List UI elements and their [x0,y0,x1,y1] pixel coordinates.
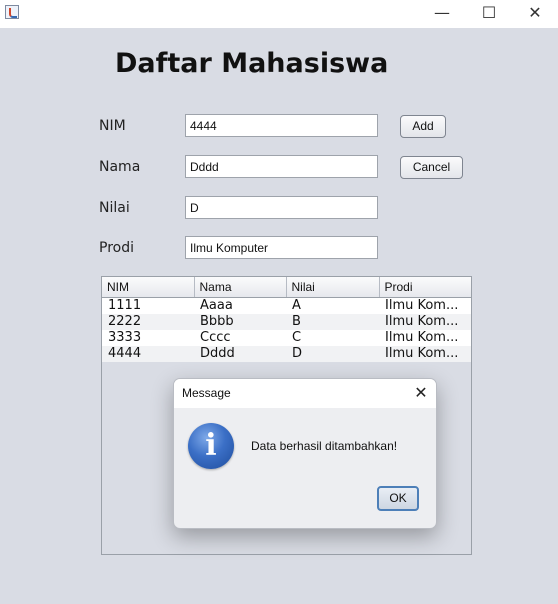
prodi-field[interactable] [185,236,378,259]
prodi-label: Prodi [99,240,134,256]
cancel-button[interactable]: Cancel [400,156,463,179]
column-header-nim[interactable]: NIM [102,277,195,298]
table-cell: Ilmu Kom... [379,314,471,330]
table-row[interactable]: 1111 Aaaa A Ilmu Kom... [102,297,471,314]
add-button[interactable]: Add [400,115,446,138]
column-header-nilai[interactable]: Nilai [286,277,380,298]
ok-button[interactable]: OK [377,486,419,511]
maximize-button[interactable]: ☐ [466,0,512,28]
table-row[interactable]: 2222 Bbbb B Ilmu Kom... [102,314,471,330]
nama-label: Nama [99,159,141,175]
table-cell: Aaaa [194,297,286,314]
java-app-icon [5,5,19,19]
close-window-button[interactable]: ✕ [512,0,558,28]
nim-label: NIM [99,118,126,134]
table-cell: 2222 [102,314,194,330]
table-cell: 1111 [102,297,194,314]
table-header-row: NIM Nama Nilai Prodi [102,277,471,298]
nama-field[interactable] [185,155,378,178]
nilai-field[interactable] [185,196,378,219]
table-cell: Ilmu Kom... [379,330,471,346]
table-cell: 3333 [102,330,194,346]
table-cell: 4444 [102,346,194,362]
table-cell: Bbbb [194,314,286,330]
table-cell: Dddd [194,346,286,362]
nilai-label: Nilai [99,200,130,216]
dialog-title: Message [182,386,231,400]
table-row[interactable]: 4444 Dddd D Ilmu Kom... [102,346,471,362]
page-title: Daftar Mahasiswa [115,48,389,79]
info-icon: i [188,423,234,469]
nim-field[interactable] [185,114,378,137]
message-dialog: Message ✕ i Data berhasil ditambahkan! O… [173,378,437,529]
table-cell: C [286,330,379,346]
column-header-prodi[interactable]: Prodi [379,277,471,298]
table-cell: Ilmu Kom... [379,346,471,362]
table-cell: Ilmu Kom... [379,297,471,314]
table-cell: D [286,346,379,362]
window-titlebar: — ☐ ✕ [0,0,558,28]
dialog-titlebar[interactable]: Message ✕ [174,379,436,408]
table-cell: Cccc [194,330,286,346]
minimize-button[interactable]: — [419,0,465,28]
dialog-close-button[interactable]: ✕ [406,379,436,408]
table-cell: B [286,314,379,330]
table-row[interactable]: 3333 Cccc C Ilmu Kom... [102,330,471,346]
dialog-message: Data berhasil ditambahkan! [251,439,398,453]
column-header-nama[interactable]: Nama [194,277,287,298]
table-cell: A [286,297,379,314]
